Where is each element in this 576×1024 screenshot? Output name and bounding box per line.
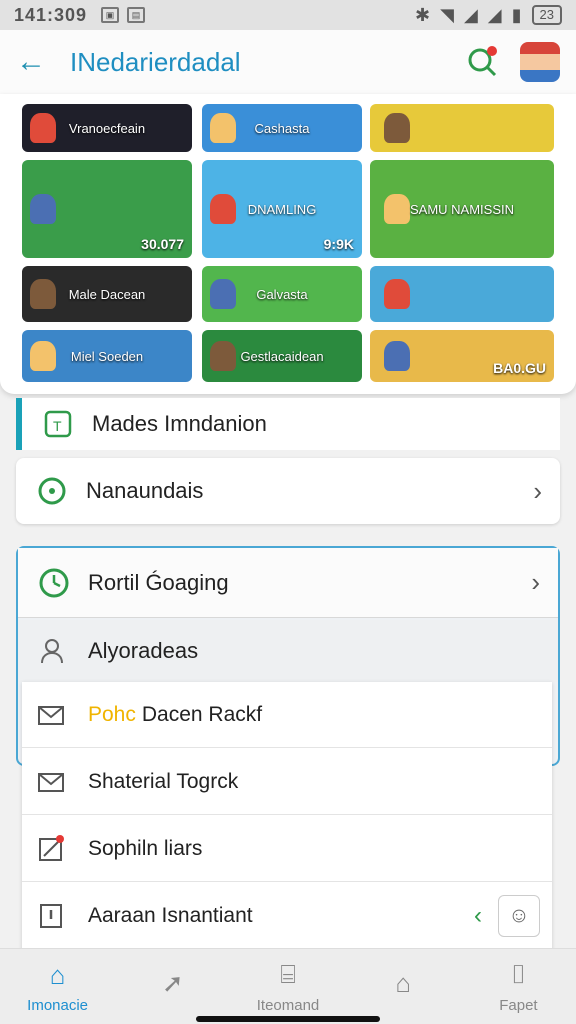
lock-icon: ▮ <box>511 4 522 25</box>
list-item-label: Dacen Rackf <box>141 702 263 726</box>
game-grid: Vranoecfeain Cashasta 30.077 DNAMLING 9:9K SA… <box>0 94 576 394</box>
character-sprite <box>210 113 236 143</box>
home-icon: ⌂ <box>49 959 66 990</box>
profile-button[interactable]: ☺ <box>498 895 540 937</box>
tile-label: Galvasta <box>256 286 308 302</box>
tile-label: Vranoecfeain <box>68 120 146 136</box>
notification-icon-2: ▤ <box>127 7 146 23</box>
nav-store[interactable]: ⌸ Iteomand <box>230 949 345 1024</box>
row-label: Rortil Ǵoaging <box>88 569 229 595</box>
nav-profile[interactable]: ⌷ Fapet <box>461 949 576 1024</box>
game-tile[interactable]: SAMU NAMISSIN <box>370 160 554 258</box>
edit-icon <box>39 834 64 861</box>
app-bar: ← INedarierdadal <box>0 30 576 94</box>
alert-icon <box>40 904 62 928</box>
row-label: Alyoradeas <box>88 638 199 663</box>
svg-text:T: T <box>53 418 62 434</box>
nav-share[interactable]: ➚ <box>115 949 230 1024</box>
character-sprite <box>210 341 236 371</box>
share-icon[interactable]: ‹ <box>474 902 482 930</box>
row-rortil[interactable]: Rortil Ǵoaging › <box>18 548 558 618</box>
character-sprite <box>30 113 56 143</box>
nav-label: Fapet <box>499 997 538 1014</box>
signal-icon: ◢ <box>463 4 478 25</box>
game-tile[interactable]: DNAMLING 9:9K <box>202 160 362 258</box>
tile-label: SAMU NAMISSIN <box>409 201 514 217</box>
nav-home[interactable]: ⌂ Imonacie <box>0 949 115 1024</box>
tile-label: Miel Soeden <box>70 348 144 364</box>
game-tile[interactable]: 30.077 <box>22 160 192 258</box>
list-item[interactable]: Sophiln liars <box>22 816 552 882</box>
tile-score: 9:9K <box>323 236 354 252</box>
signal-icon-2: ◢ <box>487 4 502 25</box>
search-icon[interactable] <box>466 45 500 79</box>
chevron-right-icon: › <box>533 475 542 506</box>
game-tile[interactable] <box>370 266 554 322</box>
row-label: Mades Imndanion <box>92 411 267 436</box>
bottom-nav: ⌂ Imonacie ➚ ⌸ Iteomand ⌂ ⌷ Fapet <box>0 948 576 1024</box>
row-alyoradeas[interactable]: Alyoradeas <box>18 620 558 682</box>
character-sprite <box>30 194 56 224</box>
document-icon: T <box>44 410 72 438</box>
character-sprite <box>384 113 410 143</box>
notification-icon: ▣ <box>101 7 120 23</box>
tile-score: 30.077 <box>141 236 184 252</box>
list-item[interactable]: Aaraan Isnantiant ‹ ☺ <box>22 883 552 949</box>
chevron-right-icon: › <box>531 567 540 597</box>
tile-score: BA0.GU <box>493 360 546 376</box>
character-sprite <box>30 341 56 371</box>
nav-label: Imonacie <box>27 996 89 1014</box>
store-icon: ⌸ <box>280 959 296 989</box>
list-item-label: Aaraan Isnantiant <box>88 904 253 927</box>
avatar[interactable] <box>520 42 560 82</box>
list-item[interactable]: Shaterial Togrck <box>22 749 552 815</box>
game-tile[interactable]: BA0.GU <box>370 330 554 382</box>
row-mades[interactable]: T Mades Imndanion <box>16 398 560 450</box>
game-tile[interactable]: Cashasta <box>202 104 362 152</box>
character-sprite <box>210 279 236 309</box>
page-title: INedarierdadal <box>70 46 241 77</box>
nav-explore[interactable]: ⌂ <box>346 949 461 1024</box>
game-tile[interactable]: Male Dacean <box>22 266 192 322</box>
wifi-icon: ◥ <box>440 4 454 25</box>
battery-icon: 23 <box>531 5 562 25</box>
tile-label: Gestlacaidean <box>240 348 324 364</box>
character-sprite <box>384 279 410 309</box>
camera-icon: ⌷ <box>510 959 527 989</box>
bluetooth-icon: ✱ <box>415 4 431 25</box>
status-time: 141:309 <box>14 4 88 25</box>
list-item-prefix: Pohc <box>88 702 136 726</box>
status-bar: 141:309 ▣ ▤ ✱ ◥ ◢ ◢ ▮ 23 <box>0 0 576 30</box>
game-tile[interactable]: Miel Soeden <box>22 330 192 382</box>
home-indicator <box>196 1016 380 1022</box>
person-icon <box>41 639 63 664</box>
list-item[interactable]: Pohc Dacen Rackf <box>22 682 552 748</box>
tile-label: DNAMLING <box>247 201 317 217</box>
character-sprite <box>384 341 410 371</box>
list-item-label: Sophiln liars <box>88 836 203 860</box>
chat-icon <box>38 477 66 505</box>
game-tile[interactable]: Gestlacaidean <box>202 330 362 382</box>
mail-icon <box>38 705 64 725</box>
back-arrow-icon[interactable]: ← <box>16 45 52 79</box>
row-nanaundais[interactable]: Nanaundais › <box>16 458 560 524</box>
tile-label: Cashasta <box>254 120 310 136</box>
message-list: Pohc Dacen Rackf Shaterial Togrck Sophil… <box>22 682 552 950</box>
house-outline-icon: ⌂ <box>395 968 412 998</box>
arrow-icon: ➚ <box>161 968 184 998</box>
row-label: Nanaundais <box>86 478 204 503</box>
clock-icon <box>39 568 69 597</box>
tile-label: Male Dacean <box>68 286 146 302</box>
mail-icon <box>38 772 64 792</box>
nav-label: Iteomand <box>256 997 320 1014</box>
character-sprite <box>30 279 56 309</box>
game-tile[interactable]: Vranoecfeain <box>22 104 192 152</box>
list-item-label: Shaterial Togrck <box>88 769 239 793</box>
character-sprite <box>210 194 236 224</box>
game-tile[interactable] <box>370 104 554 152</box>
game-tile[interactable]: Galvasta <box>202 266 362 322</box>
